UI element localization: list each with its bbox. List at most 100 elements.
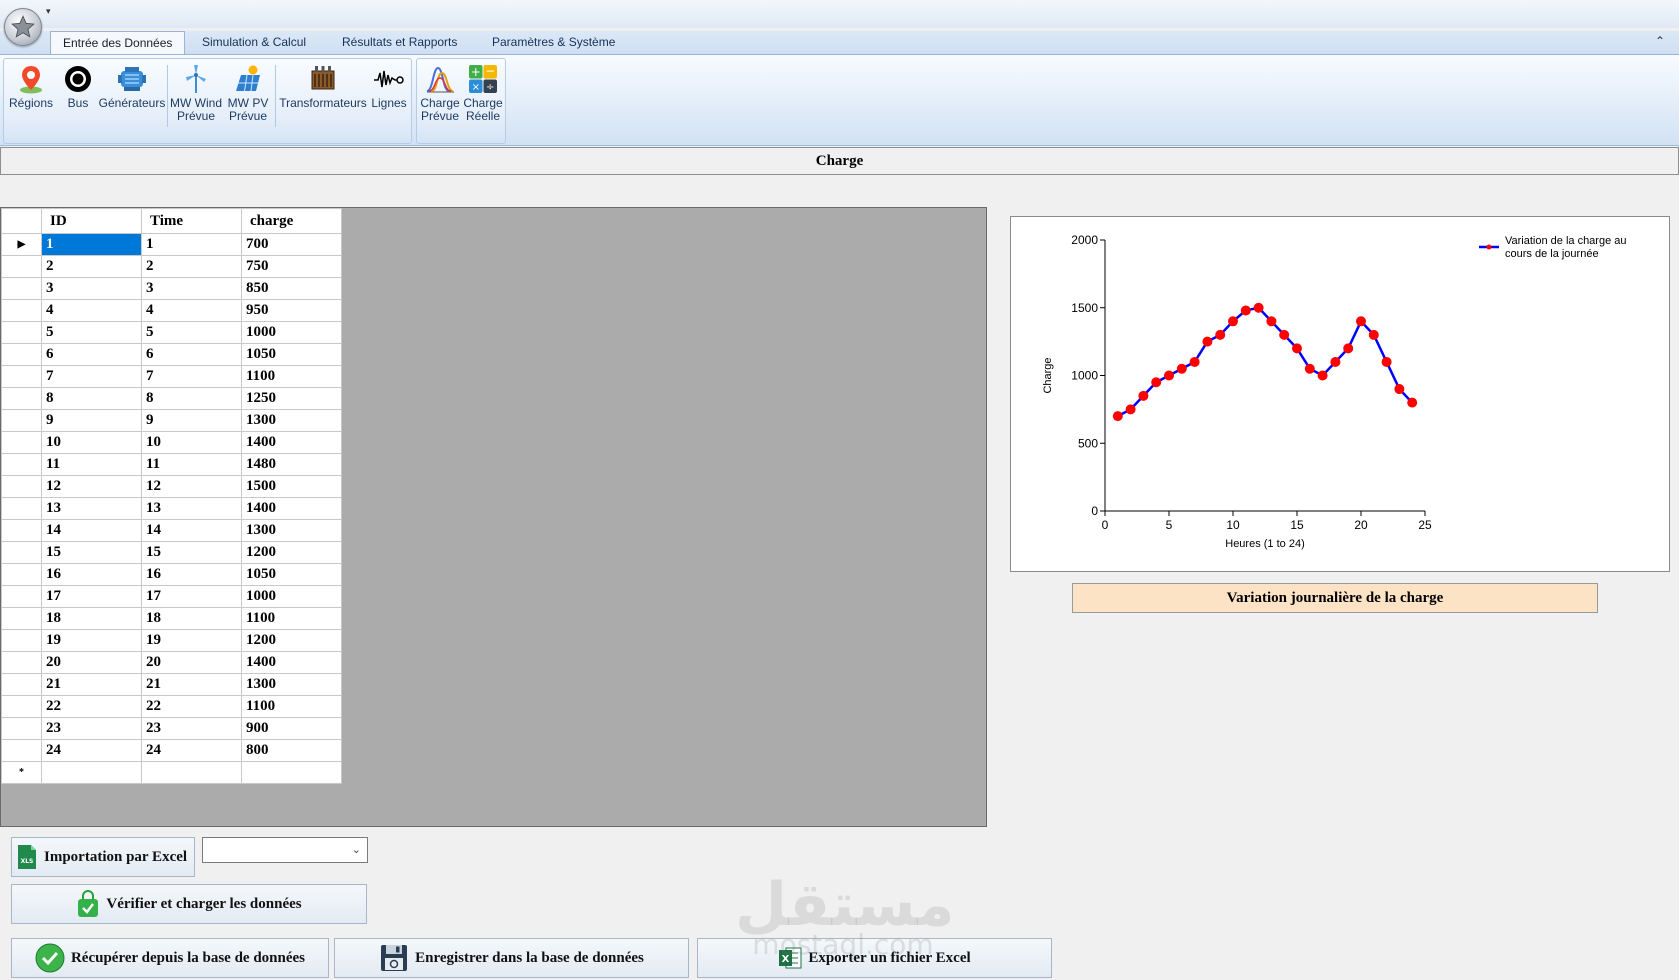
cell-time[interactable]: 23 xyxy=(141,717,242,740)
cell-charge[interactable]: 1400 xyxy=(241,431,342,454)
charge-reelle-button[interactable]: + − × ÷ Charge Réelle xyxy=(462,63,504,123)
table-row[interactable]: 23 23 900 xyxy=(1,717,342,740)
lignes-button[interactable]: Lignes xyxy=(368,63,410,110)
row-header[interactable] xyxy=(1,695,42,718)
verify-load-button[interactable]: Vérifier et charger les données xyxy=(11,884,367,924)
cell-time[interactable]: 5 xyxy=(141,321,242,344)
cell-id[interactable]: 15 xyxy=(41,541,142,564)
cell-time[interactable]: 15 xyxy=(141,541,242,564)
cell-time[interactable]: 9 xyxy=(141,409,242,432)
table-row[interactable]: 2 2 750 xyxy=(1,255,342,278)
cell-id[interactable]: 1 xyxy=(41,233,142,256)
row-header[interactable] xyxy=(1,651,42,674)
cell-charge[interactable]: 900 xyxy=(241,717,342,740)
row-header[interactable]: ▶ xyxy=(1,233,42,256)
cell-id[interactable]: 13 xyxy=(41,497,142,520)
fetch-db-button[interactable]: Récupérer depuis la base de données xyxy=(11,938,329,978)
row-header[interactable] xyxy=(1,431,42,454)
table-row[interactable]: ▶ 1 1 700 xyxy=(1,233,342,256)
tab-parametres-systeme[interactable]: Paramètres & Système xyxy=(480,31,627,54)
cell-id[interactable]: 6 xyxy=(41,343,142,366)
table-row[interactable]: 5 5 1000 xyxy=(1,321,342,344)
cell-id[interactable]: 4 xyxy=(41,299,142,322)
cell-charge[interactable]: 1100 xyxy=(241,607,342,630)
row-header[interactable] xyxy=(1,519,42,542)
row-header[interactable] xyxy=(1,497,42,520)
regions-button[interactable]: Régions xyxy=(7,63,55,110)
cell-time[interactable]: 24 xyxy=(141,739,242,762)
cell-time[interactable]: 20 xyxy=(141,651,242,674)
row-header[interactable] xyxy=(1,541,42,564)
cell-id[interactable]: 24 xyxy=(41,739,142,762)
tab-resultats-rapports[interactable]: Résultats et Rapports xyxy=(330,31,469,54)
cell-id[interactable]: 2 xyxy=(41,255,142,278)
cell-time[interactable]: 16 xyxy=(141,563,242,586)
cell-time[interactable]: 17 xyxy=(141,585,242,608)
cell-charge[interactable]: 1400 xyxy=(241,497,342,520)
save-db-button[interactable]: Enregistrer dans la base de données xyxy=(334,938,689,978)
ribbon-collapse-icon[interactable]: ⌃ xyxy=(1655,34,1665,48)
table-row[interactable]: 22 22 1100 xyxy=(1,695,342,718)
new-row[interactable]: * xyxy=(1,761,342,784)
bus-button[interactable]: Bus xyxy=(58,63,98,110)
cell-id[interactable]: 12 xyxy=(41,475,142,498)
cell-charge[interactable]: 1100 xyxy=(241,365,342,388)
row-header[interactable] xyxy=(1,409,42,432)
cell-charge[interactable]: 1300 xyxy=(241,673,342,696)
cell-id[interactable]: 16 xyxy=(41,563,142,586)
transformateurs-button[interactable]: Transformateurs xyxy=(279,63,367,110)
column-header-id[interactable]: ID xyxy=(41,208,142,234)
cell-charge[interactable]: 1400 xyxy=(241,651,342,674)
row-header[interactable] xyxy=(1,673,42,696)
table-row[interactable]: 11 11 1480 xyxy=(1,453,342,476)
cell-id-new[interactable] xyxy=(41,761,142,784)
row-header[interactable] xyxy=(1,453,42,476)
import-excel-button[interactable]: XLS Importation par Excel xyxy=(11,837,195,877)
row-header[interactable] xyxy=(1,299,42,322)
generateurs-button[interactable]: Générateurs xyxy=(98,63,166,110)
cell-time[interactable]: 21 xyxy=(141,673,242,696)
cell-charge[interactable]: 750 xyxy=(241,255,342,278)
cell-time[interactable]: 22 xyxy=(141,695,242,718)
cell-time[interactable]: 8 xyxy=(141,387,242,410)
cell-charge[interactable]: 850 xyxy=(241,277,342,300)
cell-charge[interactable]: 1250 xyxy=(241,387,342,410)
table-row[interactable]: 9 9 1300 xyxy=(1,409,342,432)
table-row[interactable]: 21 21 1300 xyxy=(1,673,342,696)
row-header[interactable] xyxy=(1,607,42,630)
cell-id[interactable]: 3 xyxy=(41,277,142,300)
row-header[interactable] xyxy=(1,475,42,498)
cell-time[interactable]: 10 xyxy=(141,431,242,454)
cell-id[interactable]: 17 xyxy=(41,585,142,608)
cell-charge[interactable]: 1000 xyxy=(241,321,342,344)
cell-time[interactable]: 2 xyxy=(141,255,242,278)
row-header[interactable] xyxy=(1,717,42,740)
table-row[interactable]: 6 6 1050 xyxy=(1,343,342,366)
cell-id[interactable]: 5 xyxy=(41,321,142,344)
row-header[interactable] xyxy=(1,321,42,344)
quick-access-dropdown-icon[interactable]: ▾ xyxy=(46,6,51,17)
row-header[interactable] xyxy=(1,277,42,300)
cell-charge[interactable]: 1300 xyxy=(241,409,342,432)
excel-sheet-select[interactable]: ⌄ xyxy=(202,837,368,863)
cell-id[interactable]: 7 xyxy=(41,365,142,388)
app-menu-star-icon[interactable] xyxy=(4,8,42,46)
row-header[interactable] xyxy=(1,739,42,762)
cell-id[interactable]: 20 xyxy=(41,651,142,674)
cell-id[interactable]: 10 xyxy=(41,431,142,454)
charge-prevue-button[interactable]: Charge Prévue xyxy=(419,63,461,123)
table-row[interactable]: 14 14 1300 xyxy=(1,519,342,542)
table-row[interactable]: 20 20 1400 xyxy=(1,651,342,674)
mw-wind-prevue-button[interactable]: MW Wind Prévue xyxy=(169,63,223,123)
new-row-header[interactable]: * xyxy=(1,761,42,784)
column-header-time[interactable]: Time xyxy=(141,208,242,234)
tab-simulation-calcul[interactable]: Simulation & Calcul xyxy=(190,31,318,54)
tab-entree-donnees[interactable]: Entrée des Données xyxy=(50,31,186,54)
cell-time-new[interactable] xyxy=(141,761,242,784)
cell-charge[interactable]: 950 xyxy=(241,299,342,322)
cell-time[interactable]: 19 xyxy=(141,629,242,652)
cell-charge[interactable]: 1000 xyxy=(241,585,342,608)
cell-charge[interactable]: 1500 xyxy=(241,475,342,498)
row-header[interactable] xyxy=(1,563,42,586)
cell-time[interactable]: 11 xyxy=(141,453,242,476)
